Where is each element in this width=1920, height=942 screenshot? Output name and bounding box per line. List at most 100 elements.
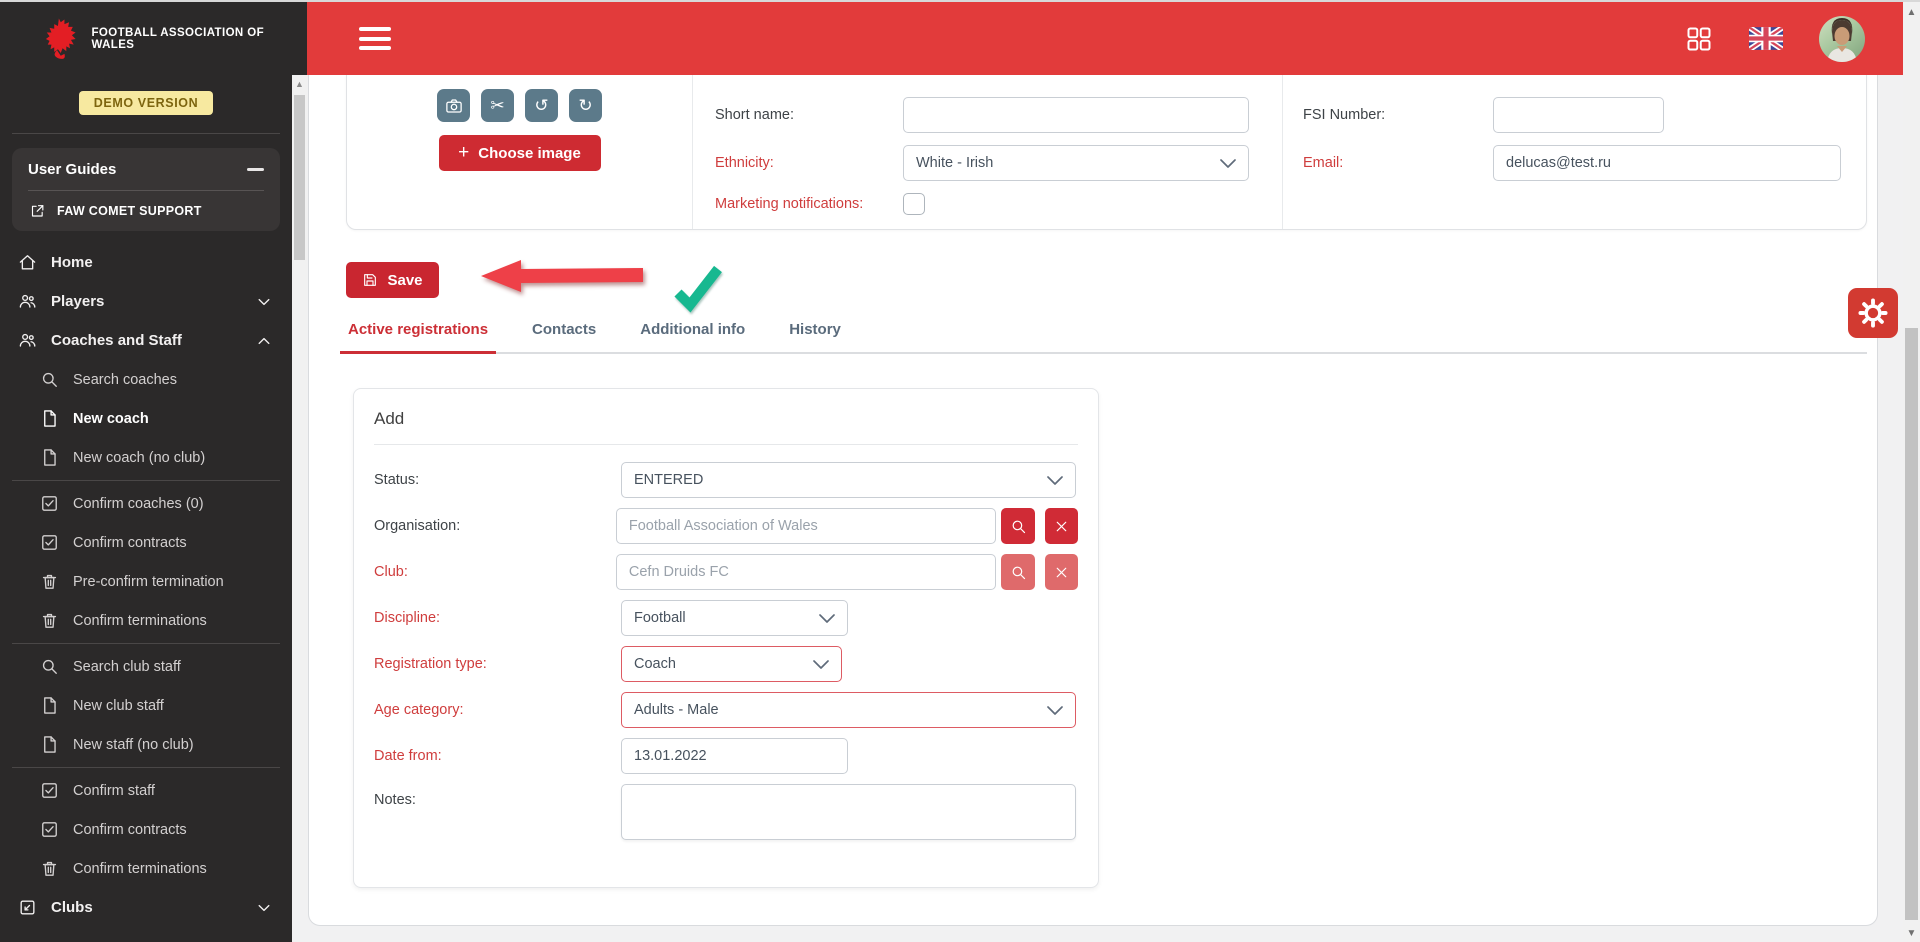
sidebar-scrollbar-thumb[interactable] — [294, 95, 305, 260]
profile-right-column: FSI Number: Email: — [1282, 75, 1866, 229]
file-icon — [40, 448, 59, 467]
email-input[interactable] — [1493, 145, 1841, 181]
date-from-input[interactable] — [621, 738, 848, 774]
discipline-select[interactable]: Football — [621, 600, 848, 636]
sidebar-item-home[interactable]: Home — [0, 243, 292, 282]
settings-gear-button[interactable] — [1848, 288, 1898, 338]
ethnicity-select[interactable]: White - Irish — [903, 145, 1249, 181]
organisation-clear-button[interactable] — [1045, 508, 1078, 544]
sidebar-item-players[interactable]: Players — [0, 282, 292, 321]
page-scrollbar[interactable]: ▲ ▼ — [1903, 2, 1920, 942]
scroll-up-arrow[interactable]: ▲ — [1903, 2, 1920, 18]
person-profile-card: ✂ ↺ ↻ + Choose image Short name: Ethnici… — [346, 75, 1867, 230]
sidebar-item-confirm-contracts-coaches[interactable]: Confirm contracts — [0, 523, 292, 562]
scroll-up-arrow[interactable]: ▲ — [292, 75, 307, 89]
marketing-notifications-label: Marketing notifications: — [715, 196, 903, 212]
sidebar-item-new-coach-no-club[interactable]: New coach (no club) — [0, 438, 292, 477]
check-square-icon — [40, 820, 59, 839]
trash-icon — [40, 859, 59, 878]
faw-dragon-logo — [44, 17, 77, 61]
faw-comet-support-link[interactable]: FAW COMET SUPPORT — [28, 203, 264, 219]
hamburger-menu-icon[interactable] — [359, 27, 391, 50]
sidebar-item-confirm-contracts-staff[interactable]: Confirm contracts — [0, 810, 292, 849]
users-icon — [18, 331, 37, 350]
annotation-arrow-icon — [481, 260, 643, 294]
sidebar-item-new-coach[interactable]: New coach — [0, 399, 292, 438]
organisation-input[interactable] — [616, 508, 997, 544]
top-navbar — [307, 2, 1903, 75]
sidebar-item-search-coaches[interactable]: Search coaches — [0, 360, 292, 399]
org-name: FOOTBALL ASSOCIATION OF WALES — [91, 27, 307, 51]
chevron-down-icon — [1047, 476, 1063, 485]
crop-image-button[interactable]: ✂ — [481, 89, 514, 122]
tab-active-registrations[interactable]: Active registrations — [346, 321, 490, 352]
age-category-select[interactable]: Adults - Male — [621, 692, 1076, 728]
status-select[interactable]: ENTERED — [621, 462, 1076, 498]
club-label: Club: — [374, 564, 616, 580]
rotate-left-icon: ↺ — [534, 96, 548, 116]
notes-textarea[interactable] — [621, 784, 1076, 840]
external-link-icon — [28, 203, 47, 219]
divider — [12, 133, 280, 134]
language-flag-uk[interactable] — [1749, 27, 1783, 50]
file-icon — [40, 735, 59, 754]
user-avatar[interactable] — [1819, 16, 1865, 62]
sidebar-item-clubs[interactable]: Clubs — [0, 888, 292, 927]
camera-icon — [445, 97, 463, 115]
brand-header: FOOTBALL ASSOCIATION OF WALES — [0, 2, 307, 75]
sidebar-item-confirm-staff[interactable]: Confirm staff — [0, 771, 292, 810]
sidebar-item-pre-confirm-termination[interactable]: Pre-confirm termination — [0, 562, 292, 601]
fsi-number-input[interactable] — [1493, 97, 1664, 133]
sidebar-item-new-staff-no-club[interactable]: New staff (no club) — [0, 725, 292, 764]
tab-history[interactable]: History — [787, 321, 843, 352]
collapse-minus-icon[interactable] — [247, 168, 264, 171]
add-registration-form: Status: ENTERED Organisation: Club: — [354, 445, 1098, 870]
chevron-down-icon — [1047, 706, 1063, 715]
tab-contacts[interactable]: Contacts — [530, 321, 598, 352]
rotate-right-button[interactable]: ↻ — [569, 89, 602, 122]
status-label: Status: — [374, 472, 621, 488]
clubs-icon — [18, 898, 37, 917]
search-icon — [1010, 564, 1027, 581]
gear-icon — [1857, 297, 1889, 329]
apps-grid-icon[interactable] — [1685, 25, 1713, 53]
tab-additional-info[interactable]: Additional info — [638, 321, 747, 352]
scroll-down-arrow[interactable]: ▼ — [1903, 928, 1920, 939]
photo-tools-column: ✂ ↺ ↻ + Choose image — [347, 75, 692, 229]
sidebar-item-confirm-terminations-staff[interactable]: Confirm terminations — [0, 849, 292, 888]
sidebar-item-search-club-staff[interactable]: Search club staff — [0, 647, 292, 686]
short-name-input[interactable] — [903, 97, 1249, 133]
add-registration-panel: Add Status: ENTERED Organisation: — [353, 388, 1099, 888]
organisation-label: Organisation: — [374, 518, 616, 534]
chevron-down-icon — [819, 614, 835, 623]
sidebar-nav: DEMO VERSION User Guides FAW COMET SUPPO… — [0, 75, 292, 942]
sidebar-item-coaches-and-staff[interactable]: Coaches and Staff — [0, 321, 292, 360]
sidebar-item-confirm-terminations-coaches[interactable]: Confirm terminations — [0, 601, 292, 640]
annotation-check-icon — [673, 263, 723, 317]
choose-image-button[interactable]: + Choose image — [439, 135, 601, 171]
sidebar-scrollbar[interactable]: ▲ — [292, 75, 307, 900]
divider — [28, 190, 264, 191]
trash-icon — [40, 572, 59, 591]
club-search-button[interactable] — [1001, 554, 1034, 590]
users-icon — [18, 292, 37, 311]
ethnicity-label: Ethnicity: — [715, 155, 903, 171]
chevron-down-icon — [256, 900, 272, 916]
page-scrollbar-thumb[interactable] — [1905, 328, 1918, 920]
sidebar-item-confirm-coaches[interactable]: Confirm coaches (0) — [0, 484, 292, 523]
club-clear-button[interactable] — [1045, 554, 1078, 590]
club-input[interactable] — [616, 554, 997, 590]
organisation-search-button[interactable] — [1001, 508, 1034, 544]
save-button[interactable]: Save — [346, 262, 439, 298]
chevron-up-icon — [256, 333, 272, 349]
check-square-icon — [40, 533, 59, 552]
discipline-label: Discipline: — [374, 610, 621, 626]
rotate-right-icon: ↻ — [578, 96, 592, 116]
sidebar-item-new-club-staff[interactable]: New club staff — [0, 686, 292, 725]
take-photo-button[interactable] — [437, 89, 470, 122]
registration-type-select[interactable]: Coach — [621, 646, 842, 682]
search-icon — [40, 370, 59, 389]
user-guides-title: User Guides — [28, 161, 247, 178]
rotate-left-button[interactable]: ↺ — [525, 89, 558, 122]
marketing-notifications-checkbox[interactable] — [903, 193, 925, 215]
